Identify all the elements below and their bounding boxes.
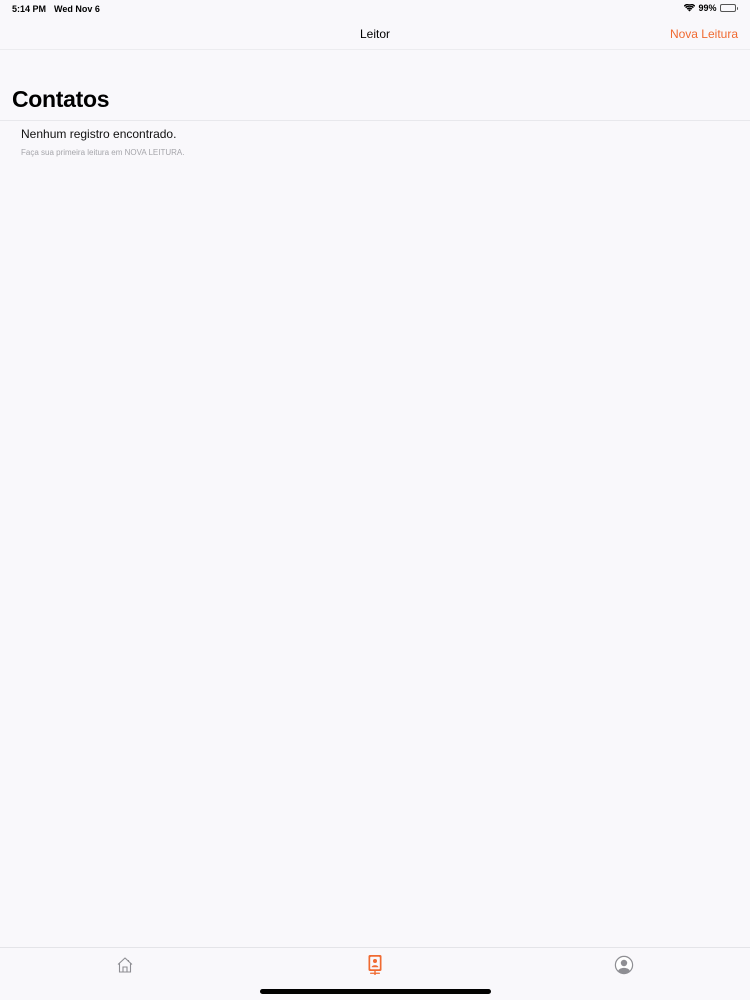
battery-icon	[719, 4, 738, 12]
home-icon	[116, 956, 134, 979]
tab-profile[interactable]	[613, 955, 635, 980]
status-time: 5:14 PM	[12, 4, 47, 14]
status-bar: 5:14 PM Wed Nov 6 99%	[0, 0, 750, 18]
nav-title: Leitor	[359, 27, 391, 41]
navigation-bar: Leitor Nova Leitura	[0, 18, 750, 50]
empty-state: Nenhum registro encontrado. Faça sua pri…	[21, 127, 184, 157]
empty-state-title: Nenhum registro encontrado.	[21, 127, 177, 141]
battery-percentage: 99%	[698, 3, 717, 13]
new-reading-button[interactable]: Nova Leitura	[670, 27, 738, 41]
wifi-icon	[684, 4, 696, 12]
home-indicator	[260, 989, 491, 994]
contact-card-icon	[367, 954, 383, 981]
title-divider	[0, 120, 750, 121]
page-title: Contatos	[12, 86, 110, 112]
profile-icon	[614, 955, 634, 980]
status-date: Wed Nov 6	[54, 4, 100, 14]
tab-home[interactable]	[114, 956, 136, 978]
empty-state-subtitle: Faça sua primeira leitura em NOVA LEITUR…	[21, 148, 185, 157]
status-indicators: 99%	[684, 3, 738, 13]
tab-contacts[interactable]	[364, 954, 386, 981]
